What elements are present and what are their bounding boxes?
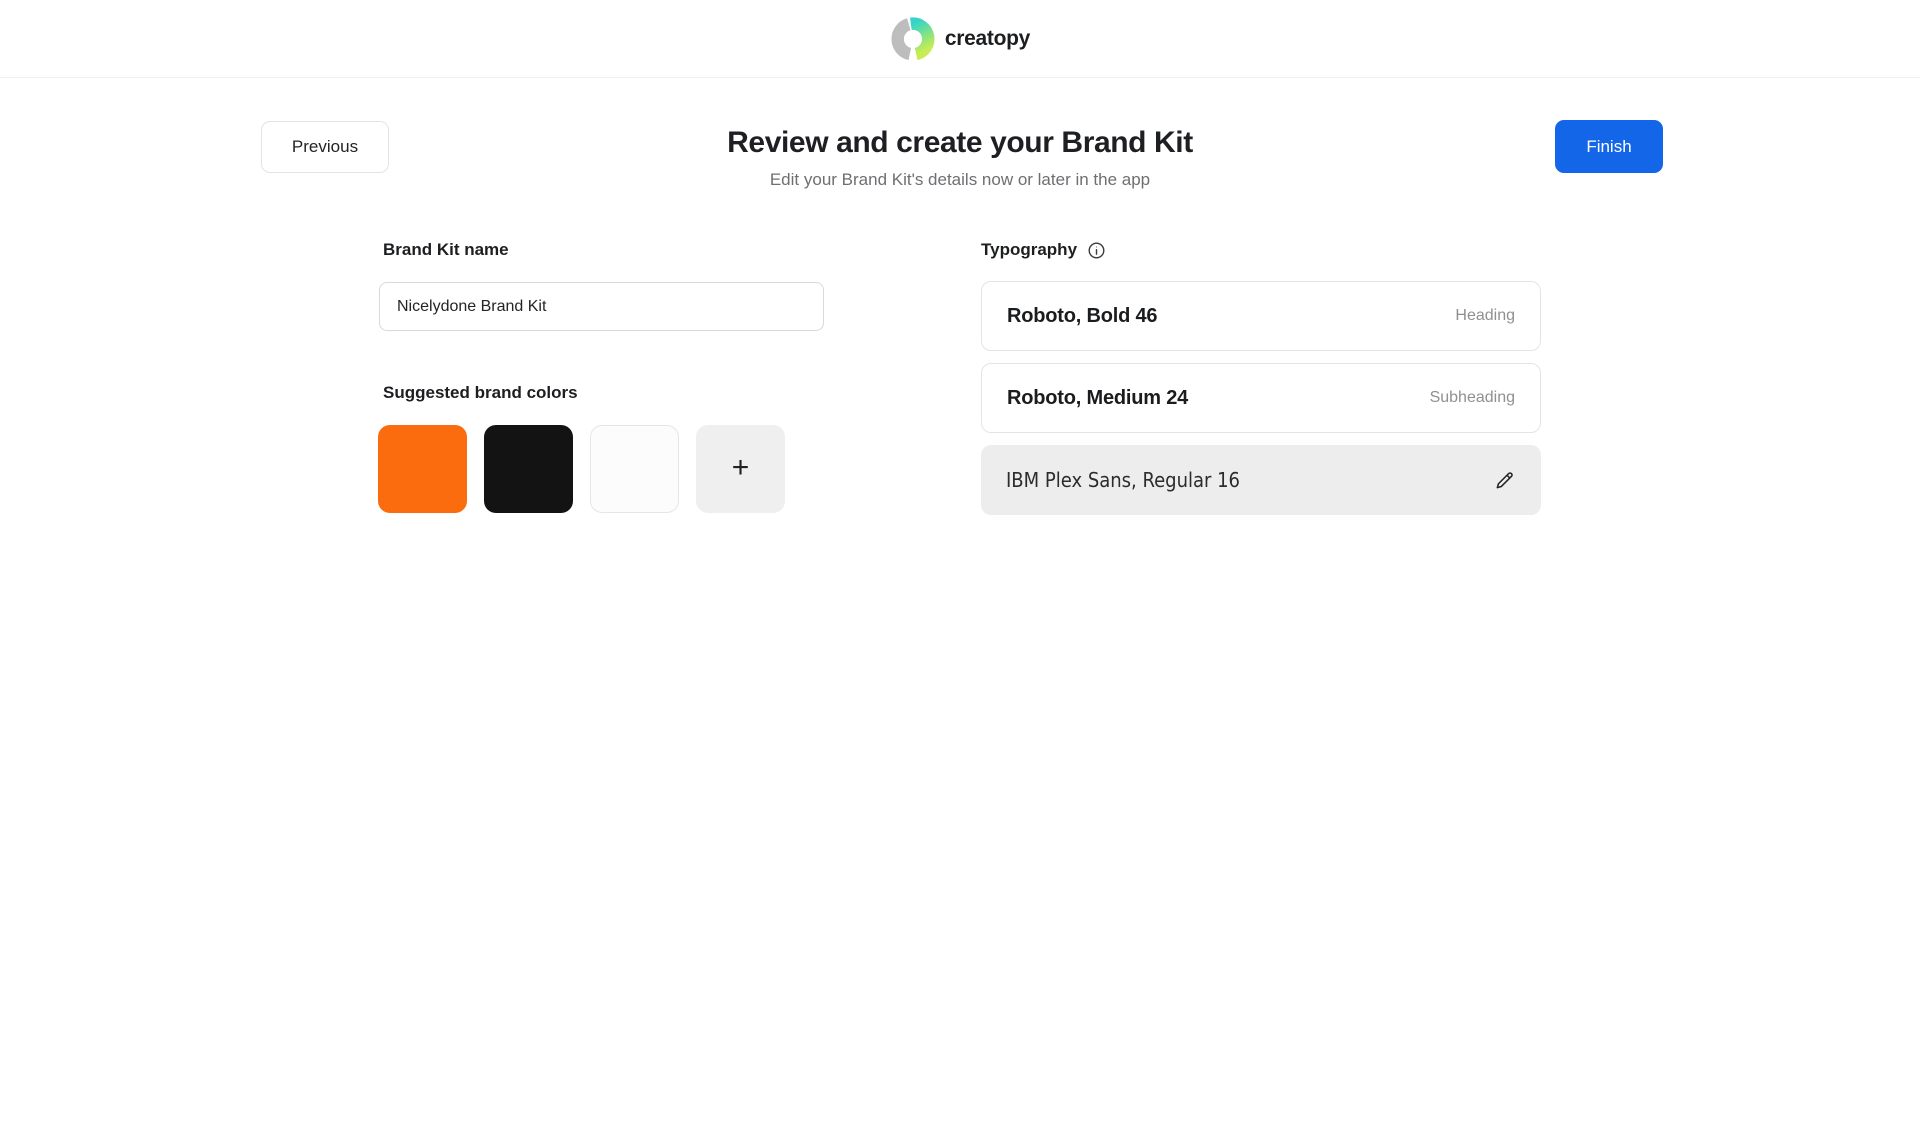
finish-button[interactable]: Finish xyxy=(1555,120,1663,173)
pencil-icon xyxy=(1493,469,1516,492)
color-swatch-orange[interactable] xyxy=(378,425,467,513)
edit-font-button[interactable] xyxy=(1493,469,1516,492)
typography-row-heading[interactable]: Roboto, Bold 46 Heading xyxy=(981,281,1541,351)
color-swatch-white[interactable] xyxy=(590,425,679,513)
suggested-colors-label: Suggested brand colors xyxy=(383,383,578,402)
brand-kit-name-input[interactable] xyxy=(379,282,824,331)
add-color-button[interactable]: + xyxy=(696,425,785,513)
info-icon[interactable] xyxy=(1087,241,1106,260)
typography-header: Typography xyxy=(981,240,1106,260)
creatopy-logo: creatopy xyxy=(890,16,1030,62)
color-swatch-black[interactable] xyxy=(484,425,573,513)
typography-font-name: IBM Plex Sans, Regular 16 xyxy=(1006,468,1241,492)
brand-kit-review-page: creatopy Previous Review and create your… xyxy=(0,0,1920,1128)
brand-kit-name-label: Brand Kit name xyxy=(383,240,509,259)
typography-tag: Subheading xyxy=(1429,389,1515,406)
typography-label: Typography xyxy=(981,240,1078,259)
app-header: creatopy xyxy=(0,0,1920,78)
creatopy-logo-icon xyxy=(890,16,936,62)
typography-font-name: Roboto, Bold 46 xyxy=(1007,304,1158,327)
typography-row-body[interactable]: IBM Plex Sans, Regular 16 xyxy=(981,445,1541,515)
plus-icon: + xyxy=(731,451,750,484)
typography-row-subheading[interactable]: Roboto, Medium 24 Subheading xyxy=(981,363,1541,433)
color-swatches: + xyxy=(378,425,785,513)
typography-font-name: Roboto, Medium 24 xyxy=(1007,386,1189,409)
creatopy-logo-text: creatopy xyxy=(944,26,1031,50)
typography-tag: Heading xyxy=(1455,307,1515,324)
